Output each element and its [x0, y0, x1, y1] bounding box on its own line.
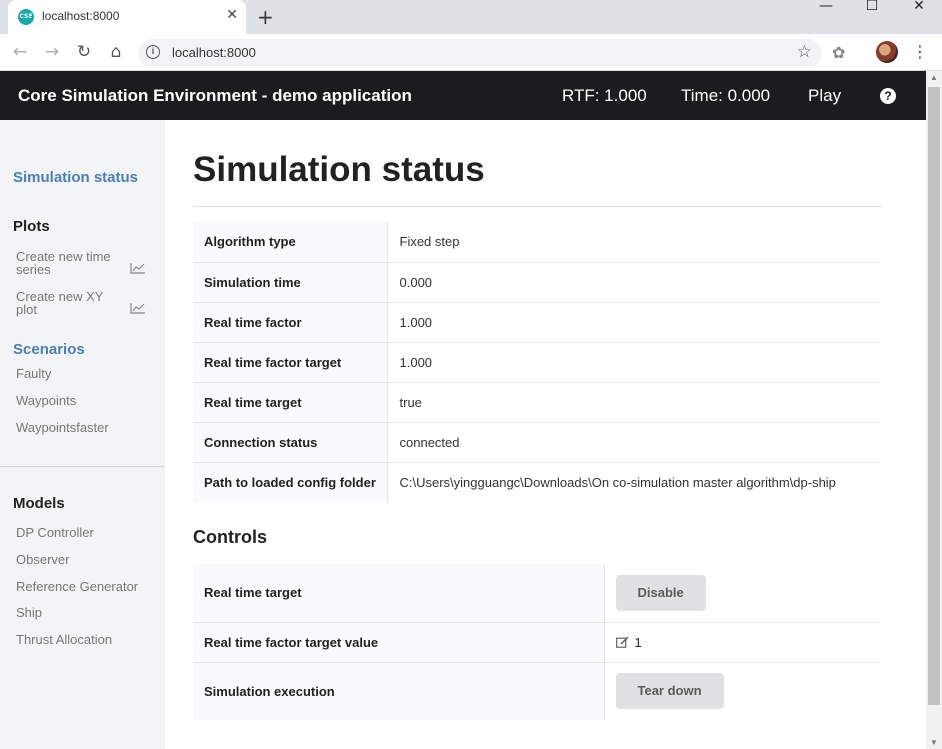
table-row: Simulation time 0.000: [193, 261, 880, 302]
line-chart-icon[interactable]: [130, 302, 146, 314]
table-row: Real time target Disable: [193, 564, 880, 622]
status-value: connected: [387, 421, 880, 462]
help-icon[interactable]: ?: [880, 88, 896, 104]
sidebar-item-new-time-series[interactable]: Create new time series: [16, 250, 126, 276]
reload-icon[interactable]: ↻: [72, 41, 96, 63]
sidebar: Simulation status Plots Create new time …: [0, 120, 165, 749]
close-window-icon[interactable]: ✕: [896, 0, 942, 30]
edit-icon[interactable]: [615, 636, 629, 648]
table-row: Algorithm type Fixed step: [193, 222, 880, 262]
line-chart-icon[interactable]: [130, 262, 146, 274]
address-bar[interactable]: i localhost:8000 ☆: [138, 39, 822, 67]
new-tab-icon[interactable]: +: [257, 5, 274, 29]
sidebar-item-ship[interactable]: Ship: [16, 605, 42, 620]
sidebar-item-new-xy-plot[interactable]: Create new XY plot: [16, 290, 126, 316]
play-button[interactable]: Play: [808, 86, 841, 106]
table-row: Real time factor target 1.000: [193, 341, 880, 382]
status-key: Real time factor target: [193, 341, 388, 382]
controls-table: Real time target Disable Real time facto…: [193, 564, 880, 720]
page-title: Simulation status: [193, 150, 485, 189]
time-readout: Time: 0.000: [681, 86, 771, 105]
control-label-realtime-target: Real time target: [193, 564, 605, 622]
browser-tab-bar: CSE localhost:8000 ✕ + — ☐ ✕: [0, 0, 942, 34]
scroll-up-arrow-icon[interactable]: ▲: [926, 73, 942, 82]
sidebar-item-faulty[interactable]: Faulty: [16, 366, 51, 381]
table-row: Connection status connected: [193, 421, 880, 462]
title-divider: [193, 206, 882, 207]
status-key: Real time factor: [193, 301, 388, 342]
rtf-target-value[interactable]: 1: [635, 635, 642, 650]
sidebar-item-simulation-status[interactable]: Simulation status: [13, 169, 138, 186]
home-icon[interactable]: ⌂: [104, 41, 128, 63]
status-key: Connection status: [193, 421, 388, 462]
status-key: Algorithm type: [193, 222, 388, 262]
status-value: C:\Users\yingguangc\Downloads\On co-simu…: [387, 461, 880, 502]
disable-button[interactable]: Disable: [615, 574, 706, 611]
app-navbar: Core Simulation Environment - demo appli…: [0, 71, 926, 120]
control-label-rtf-target: Real time factor target value: [193, 621, 605, 662]
table-row: Real time factor target value 1: [193, 621, 880, 662]
sidebar-item-reference-generator[interactable]: Reference Generator: [16, 579, 138, 594]
main-content: Simulation status Algorithm type Fixed s…: [165, 120, 926, 749]
rtf-readout: RTF: 1.000: [562, 86, 647, 105]
status-value: 0.000: [387, 261, 880, 302]
tear-down-button[interactable]: Tear down: [615, 673, 724, 710]
sidebar-header-plots: Plots: [13, 218, 50, 235]
sidebar-divider: [0, 466, 165, 467]
bookmark-star-icon[interactable]: ☆: [797, 42, 812, 62]
cse-favicon-icon: CSE: [18, 9, 34, 25]
sidebar-item-waypoints[interactable]: Waypoints: [16, 393, 76, 408]
back-arrow-icon[interactable]: ←: [8, 41, 32, 63]
table-row: Real time factor 1.000: [193, 301, 880, 342]
app-brand[interactable]: Core Simulation Environment - demo appli…: [18, 86, 412, 106]
status-value: Fixed step: [399, 234, 460, 250]
status-value: 1.000: [387, 341, 880, 382]
control-label-simulation-execution: Simulation execution: [193, 661, 605, 720]
minimize-window-icon[interactable]: —: [803, 0, 849, 30]
close-tab-icon[interactable]: ✕: [226, 7, 238, 23]
sidebar-item-thrust-allocation[interactable]: Thrust Allocation: [16, 632, 112, 647]
extension-icon[interactable]: ✿: [832, 43, 845, 62]
sidebar-header-scenarios[interactable]: Scenarios: [13, 341, 85, 358]
scroll-down-arrow-icon[interactable]: ▼: [926, 738, 942, 747]
forward-arrow-icon[interactable]: →: [40, 41, 64, 63]
page-scrollbar[interactable]: ▲ ▼: [926, 71, 942, 749]
sidebar-item-observer[interactable]: Observer: [16, 552, 69, 567]
status-key: Path to loaded config folder: [193, 461, 388, 502]
table-row: Real time target true: [193, 381, 880, 422]
table-row: Path to loaded config folder C:\Users\yi…: [193, 461, 880, 502]
sidebar-header-models: Models: [13, 495, 65, 512]
browser-tab[interactable]: CSE localhost:8000 ✕: [8, 0, 246, 34]
site-info-icon[interactable]: i: [146, 45, 160, 59]
tab-title: localhost:8000: [42, 9, 120, 23]
maximize-window-icon[interactable]: ☐: [849, 0, 895, 30]
browser-menu-icon[interactable]: ⋮: [912, 42, 928, 61]
table-row: Simulation execution Tear down: [193, 661, 880, 720]
browser-toolbar: ← → ↻ ⌂ i localhost:8000 ☆ ✿ ⋮: [0, 34, 942, 71]
status-table: Algorithm type Fixed step Simulation tim…: [193, 222, 880, 502]
sidebar-item-dp-controller[interactable]: DP Controller: [16, 525, 94, 540]
controls-heading: Controls: [193, 527, 267, 547]
profile-avatar[interactable]: [876, 41, 898, 63]
address-url[interactable]: localhost:8000: [172, 45, 256, 60]
status-value: 1.000: [387, 301, 880, 342]
sidebar-item-waypointsfaster[interactable]: Waypointsfaster: [16, 420, 109, 435]
status-key: Real time target: [193, 381, 388, 422]
status-key: Simulation time: [193, 261, 388, 302]
status-value: true: [387, 381, 880, 422]
scroll-thumb[interactable]: [928, 87, 940, 705]
rtf-target-editable[interactable]: 1: [604, 621, 880, 662]
